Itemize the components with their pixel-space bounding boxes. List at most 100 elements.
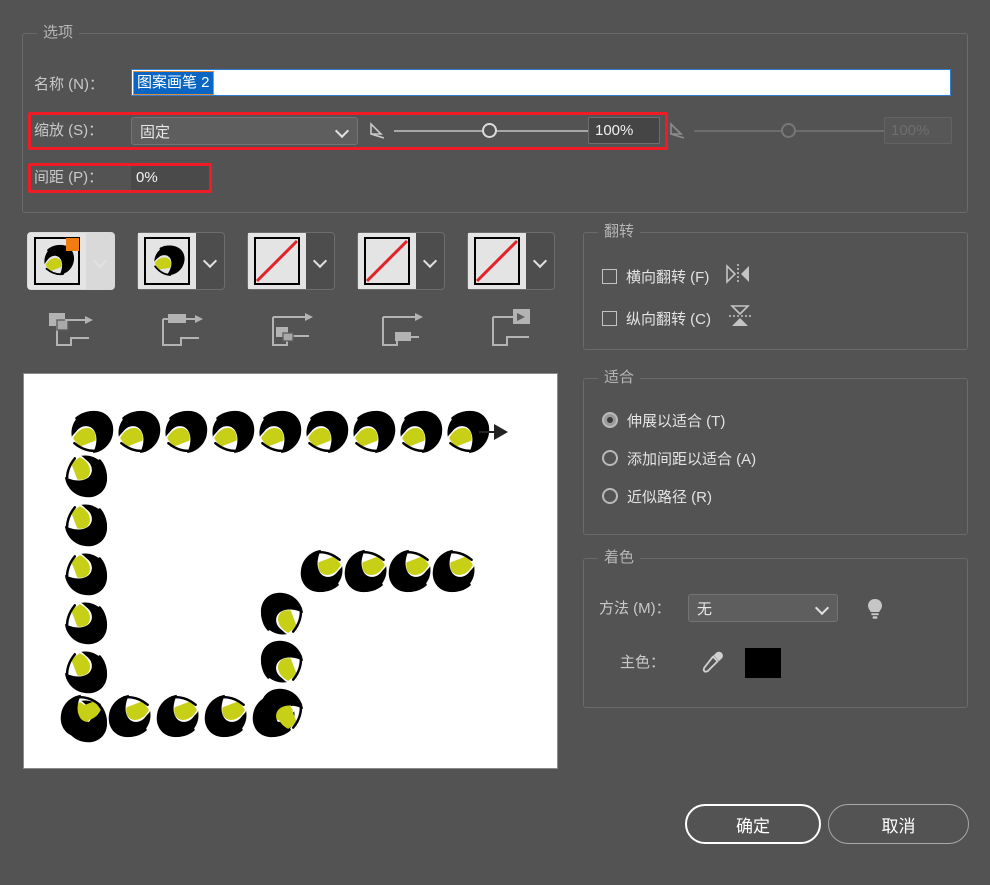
brush-stroke-mark	[64, 504, 108, 547]
brush-stroke-mark	[344, 549, 387, 593]
brush-stroke-mark	[300, 549, 343, 593]
tile-thumbnail-start-tile[interactable]	[358, 233, 416, 289]
tip-lightbulb-icon[interactable]	[863, 596, 887, 628]
fit-option-row-1[interactable]: 添加间距以适合 (A)	[602, 447, 756, 469]
tile-thumbnail-inner-corner-tile[interactable]	[248, 233, 306, 289]
name-input-value: 图案画笔 2	[133, 70, 214, 95]
tile-slot-outer-corner-tile[interactable]	[137, 232, 225, 290]
scale-slider-track[interactable]	[394, 123, 588, 138]
tile-dropdown-start-tile[interactable]	[416, 233, 444, 289]
key-color-swatch[interactable]	[745, 648, 781, 678]
outer-corner-tile-icon	[27, 305, 115, 353]
brush-stroke-mark	[400, 410, 443, 454]
brush-stroke-mark	[64, 651, 108, 694]
scale-slider-secondary-knob	[781, 123, 796, 138]
brush-stroke-mark	[165, 410, 208, 454]
brush-stroke-mark	[259, 410, 302, 454]
brush-stroke-mark	[353, 410, 396, 454]
scale-slider-secondary-track	[694, 123, 886, 138]
tile-slot-start-tile[interactable]	[357, 232, 445, 290]
fit-option-row-2[interactable]: 近似路径 (R)	[602, 485, 712, 507]
tile-thumbnail-end-tile[interactable]	[468, 233, 526, 289]
tile-slot-inner-corner-tile[interactable]	[247, 232, 335, 290]
scale-slider-knob[interactable]	[482, 123, 497, 138]
tile-slot-side-tile[interactable]	[27, 232, 115, 290]
tile-thumbnail-side-tile[interactable]	[28, 233, 86, 289]
brush-stroke-mark	[212, 410, 255, 454]
key-color-label: 主色：	[620, 654, 666, 671]
empty-tile-slash-icon	[255, 239, 299, 283]
chevron-down-icon	[815, 601, 829, 615]
flip-vertical-label: 纵向翻转 (C)	[626, 310, 711, 328]
tile-thumbnail-outer-corner-tile[interactable]	[138, 233, 196, 289]
flip-horizontal-label: 横向翻转 (F)	[626, 268, 710, 286]
eyedropper-icon[interactable]	[696, 648, 726, 682]
brush-stroke-mark	[156, 694, 199, 738]
tile-slot-end-tile[interactable]	[467, 232, 555, 290]
chevron-down-icon	[203, 254, 217, 268]
scale-value-secondary-input: 100%	[884, 117, 952, 144]
start-tile-icon	[357, 305, 445, 353]
chevron-down-icon	[313, 254, 327, 268]
side-tile-icon	[137, 305, 225, 353]
inner-corner-tile-icon	[247, 305, 335, 353]
empty-tile-slash-icon	[475, 239, 519, 283]
fit-option-radio-1[interactable]	[602, 450, 618, 466]
colorization-group-title: 着色	[598, 548, 641, 568]
name-label: 名称 (N)：	[34, 76, 104, 93]
fit-option-radio-0[interactable]	[602, 412, 618, 428]
flip-horizontal-checkbox[interactable]	[602, 268, 617, 284]
end-tile-icon	[467, 305, 555, 353]
scale-label: 缩放 (S)：	[34, 122, 104, 139]
brush-stroke-mark	[204, 694, 247, 738]
brush-stroke-mark	[64, 602, 108, 645]
ok-button[interactable]: 确定	[685, 804, 821, 844]
options-group-title: 选项	[37, 23, 80, 43]
tile-dropdown-end-tile[interactable]	[526, 233, 554, 289]
spacing-input[interactable]: 0%	[131, 164, 209, 191]
brush-stroke-mark	[306, 410, 349, 454]
cancel-button[interactable]: 取消	[828, 804, 969, 844]
colorization-method-label: 方法 (M)：	[599, 600, 671, 617]
fit-option-label-2: 近似路径 (R)	[627, 488, 712, 506]
tile-modified-badge	[66, 238, 79, 251]
spacing-label: 间距 (P)：	[34, 169, 104, 186]
fit-group-title: 适合	[598, 368, 641, 388]
brush-stroke-mark	[108, 694, 151, 738]
empty-tile-slash-icon	[365, 239, 409, 283]
tile-dropdown-inner-corner-tile[interactable]	[306, 233, 334, 289]
brush-stroke-mark	[260, 640, 304, 683]
name-input[interactable]: 图案画笔 2	[131, 69, 951, 96]
flip-vertical-checkbox[interactable]	[602, 310, 617, 326]
preview-artwork	[60, 410, 508, 743]
fit-option-row-0[interactable]: 伸展以适合 (T)	[602, 409, 725, 431]
colorization-method-select[interactable]: 无	[688, 594, 838, 622]
cancel-button-label: 取消	[881, 816, 916, 836]
spacing-input-value: 0%	[136, 169, 158, 186]
flip-vertical-icon	[725, 303, 755, 333]
chevron-down-icon	[93, 254, 107, 268]
brush-stroke-mark	[71, 410, 114, 454]
brush-stroke-mark	[260, 688, 304, 731]
flip-horizontal-icon	[723, 263, 753, 289]
flip-vertical-row[interactable]: 纵向翻转 (C)	[602, 305, 755, 329]
chevron-down-icon	[335, 124, 349, 138]
scale-mode-select[interactable]: 固定	[131, 117, 358, 145]
scale-slider-secondary-icon	[668, 122, 690, 140]
brush-stroke-mark	[64, 553, 108, 596]
fit-option-label-0: 伸展以适合 (T)	[627, 412, 726, 430]
tile-dropdown-outer-corner-tile[interactable]	[196, 233, 224, 289]
scale-slider-secondary	[668, 117, 886, 145]
fit-group: 适合 伸展以适合 (T) 添加间距以适合 (A) 近似路径 (R)	[583, 368, 968, 535]
fit-option-radio-2[interactable]	[602, 488, 618, 504]
scale-slider-icon	[368, 122, 390, 140]
tile-dropdown-side-tile[interactable]	[86, 233, 114, 289]
flip-horizontal-row[interactable]: 横向翻转 (F)	[602, 263, 753, 289]
scale-slider[interactable]	[368, 117, 588, 145]
brush-stroke-mark	[388, 549, 431, 593]
chevron-down-icon	[423, 254, 437, 268]
scale-value-input[interactable]: 100%	[588, 117, 660, 144]
brush-stroke-mark	[432, 549, 475, 593]
ok-button-label: 确定	[736, 816, 770, 836]
fit-option-label-1: 添加间距以适合 (A)	[627, 450, 757, 468]
